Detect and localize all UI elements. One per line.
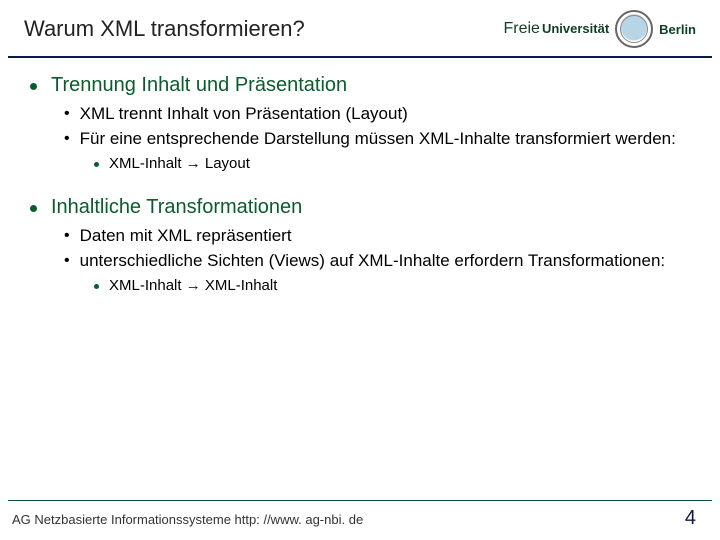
section-heading-text: Trennung Inhalt und Präsentation — [51, 74, 347, 97]
footer-url: http: //www. ag-nbi. de — [235, 512, 364, 527]
list-item-text: Für eine entsprechende Darstellung müsse… — [80, 128, 676, 151]
section-heading: Inhaltliche Transformationen — [30, 196, 690, 219]
university-logo: Freie Universität Berlin — [504, 10, 697, 48]
bullet-icon: • — [64, 228, 70, 244]
list-item: • Für eine entsprechende Darstellung müs… — [64, 128, 690, 151]
section-1: Trennung Inhalt und Präsentation • XML t… — [30, 74, 690, 172]
list-item-text: Daten mit XML repräsentiert — [80, 225, 292, 248]
bullet-icon: • — [64, 131, 70, 147]
uni-freie: Freie — [504, 20, 540, 38]
bullet-icon: • — [64, 253, 70, 269]
footer-row: AG Netzbasierte Informationssysteme http… — [8, 507, 712, 530]
header: Warum XML transformieren? Freie Universi… — [0, 0, 720, 56]
list-item: • unterschiedliche Sichten (Views) auf X… — [64, 250, 690, 273]
list-item: • XML trennt Inhalt von Präsentation (La… — [64, 103, 690, 126]
sub-list: • Daten mit XML repräsentiert • untersch… — [30, 225, 690, 273]
uni-name-left: Freie Universität — [504, 20, 610, 38]
section-heading-text: Inhaltliche Transformationen — [51, 196, 302, 219]
uni-berlin: Berlin — [659, 22, 696, 37]
list-item-text: XML-Inhalt → Layout — [109, 155, 250, 172]
subsub-list: XML-Inhalt → XML-Inhalt — [30, 277, 690, 294]
list-item: XML-Inhalt → Layout — [94, 155, 690, 172]
footer-org: AG Netzbasierte Informationssysteme — [12, 512, 231, 527]
footer-divider — [8, 500, 712, 501]
slide-title: Warum XML transformieren? — [24, 16, 305, 42]
slide-content: Trennung Inhalt und Präsentation • XML t… — [0, 74, 720, 294]
sub-list: • XML trennt Inhalt von Präsentation (La… — [30, 103, 690, 151]
footer: AG Netzbasierte Informationssysteme http… — [8, 500, 712, 530]
bullet-icon — [30, 205, 37, 212]
university-seal-icon — [615, 10, 653, 48]
section-2: Inhaltliche Transformationen • Daten mit… — [30, 196, 690, 294]
bullet-icon — [94, 284, 99, 289]
list-item: XML-Inhalt → XML-Inhalt — [94, 277, 690, 294]
page-number: 4 — [685, 507, 696, 530]
uni-universitat: Universität — [542, 21, 609, 36]
header-divider — [8, 56, 712, 58]
section-heading: Trennung Inhalt und Präsentation — [30, 74, 690, 97]
bullet-icon — [94, 162, 99, 167]
list-item: • Daten mit XML repräsentiert — [64, 225, 690, 248]
subsub-list: XML-Inhalt → Layout — [30, 155, 690, 172]
footer-text: AG Netzbasierte Informationssysteme http… — [12, 512, 363, 527]
bullet-icon: • — [64, 106, 70, 122]
list-item-text: XML-Inhalt → XML-Inhalt — [109, 277, 277, 294]
list-item-text: unterschiedliche Sichten (Views) auf XML… — [80, 250, 666, 273]
bullet-icon — [30, 83, 37, 90]
list-item-text: XML trennt Inhalt von Präsentation (Layo… — [80, 103, 408, 126]
